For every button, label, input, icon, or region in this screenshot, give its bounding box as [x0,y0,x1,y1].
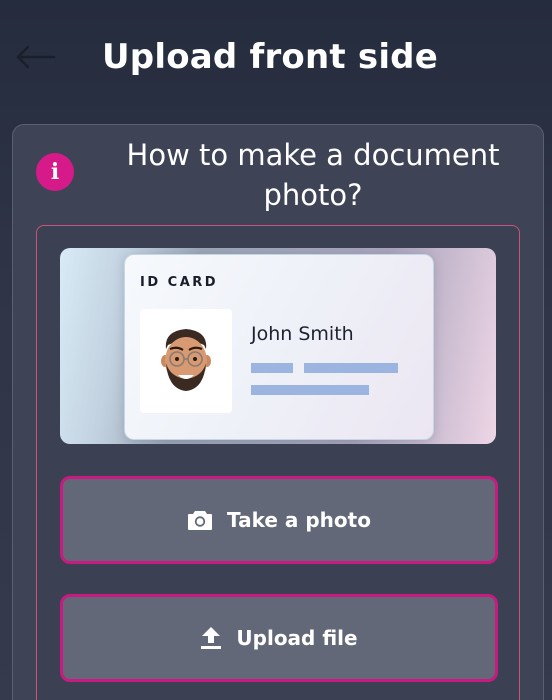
placeholder-bar [304,363,398,373]
upload-file-label: Upload file [236,626,358,650]
page-header: Upload front side [0,0,552,118]
sample-id-card: ID CARD John Smith [124,254,434,440]
info-icon: i [36,153,74,191]
avatar [140,309,232,413]
page-title: Upload front side [102,37,438,77]
placeholder-bar [251,363,293,373]
arrow-left-icon [16,45,56,69]
id-card-illustration: ID CARD John Smith [60,248,496,444]
guide-heading: How to make a document photo? [126,138,500,212]
upload-page: Upload front side i How to make a docume… [0,0,552,700]
upload-file-content: Upload file [200,626,358,650]
id-card-label: ID CARD [140,275,219,290]
upload-file-button[interactable]: Upload file [60,594,498,682]
document-guide-card: i How to make a document photo? ID CARD [12,124,544,700]
placeholder-bar [251,385,369,395]
memoji-avatar-icon [161,329,211,391]
camera-icon [187,509,213,531]
upload-icon [200,626,222,650]
back-button[interactable] [12,38,58,76]
take-photo-content: Take a photo [187,508,371,532]
id-holder-name: John Smith [251,323,354,345]
instruction-box: ID CARD John Smith Take a photo Upload f… [36,225,520,700]
take-photo-button[interactable]: Take a photo [60,476,498,564]
take-photo-label: Take a photo [227,508,371,532]
